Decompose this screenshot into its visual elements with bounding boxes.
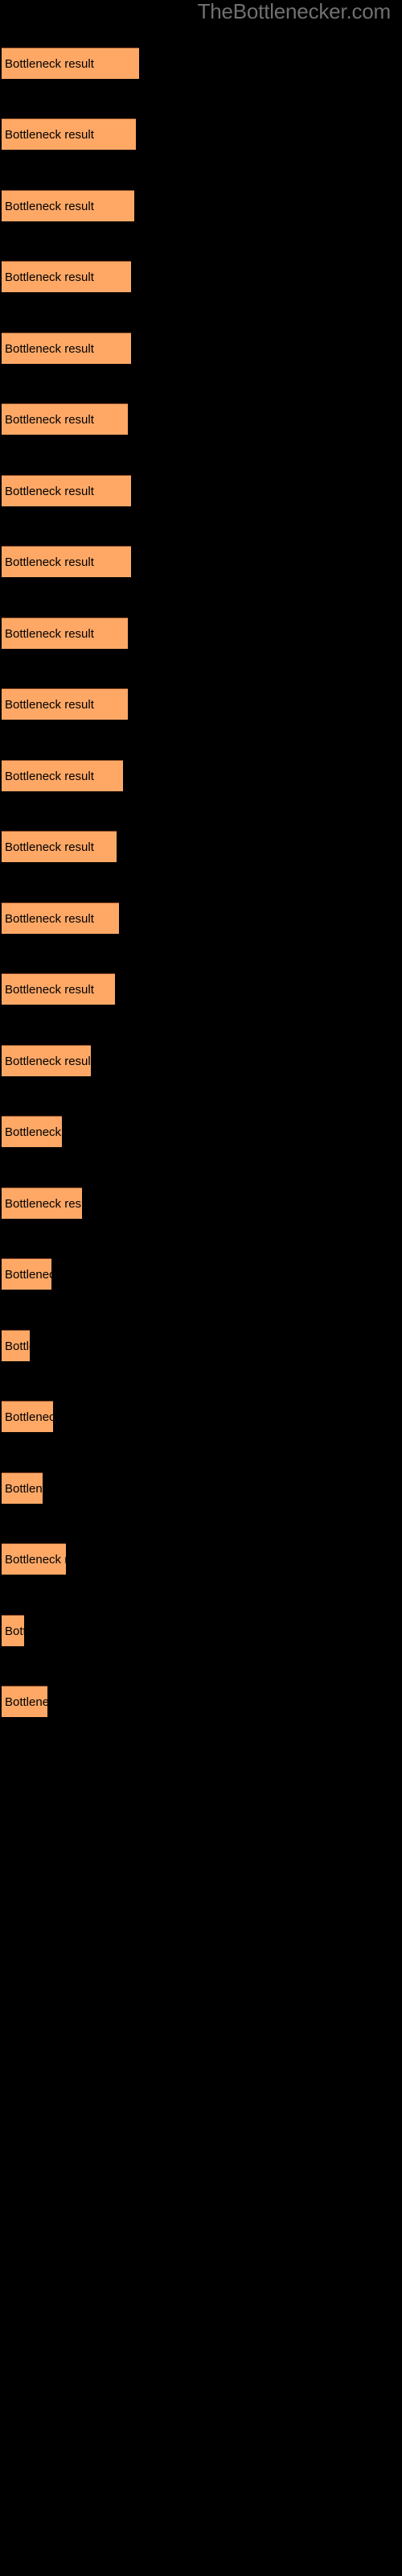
bar-label: Bottleneck result [5,485,94,498]
bar-label: Bottleneck result [5,57,94,71]
bar-label-clip: Bottleneck result [2,475,131,506]
bar-label: Bottleneck result [5,770,94,783]
bar-label: Bottleneck result [5,200,94,213]
bar-row: Bottleneck result [2,1187,82,1219]
bar-label-clip: Bottleneck result [2,47,139,79]
bar-label: Bottleneck result [5,1695,47,1709]
bar-label: Bottleneck result [5,1553,66,1567]
bar-label-clip: Bottleneck result [2,1187,82,1219]
bar-label-clip: Bottleneck result [2,973,115,1005]
bar-row: Bottleneck result [2,1686,47,1717]
bar-label-clip: Bottleneck result [2,1543,66,1575]
bar-row: Bottleneck result [2,261,131,292]
bar-row: Bottleneck result [2,475,131,506]
bar-label: Bottleneck result [5,1624,24,1638]
bar-label-clip: Bottleneck result [2,403,128,435]
bar-label-clip: Bottleneck result [2,617,128,649]
bar-label-clip: Bottleneck result [2,1116,62,1147]
bar-label-clip: Bottleneck result [2,1686,47,1717]
bar-row: Bottleneck result [2,973,115,1005]
bar-label-clip: Bottleneck result [2,1330,30,1361]
bar-label: Bottleneck result [5,983,94,997]
bar-row: Bottleneck result [2,831,117,862]
bar-row: Bottleneck result [2,1116,62,1147]
bar-label: Bottleneck result [5,1340,30,1353]
bar-label-clip: Bottleneck result [2,1615,24,1646]
bar-label: Bottleneck result [5,270,94,284]
bar-row: Bottleneck result [2,403,128,435]
bar-row: Bottleneck result [2,1045,91,1076]
bar-label-clip: Bottleneck result [2,190,134,221]
bar-label: Bottleneck result [5,1055,91,1068]
bar-label: Bottleneck result [5,698,94,712]
bar-label: Bottleneck result [5,1125,62,1139]
bar-row: Bottleneck result [2,1615,24,1646]
bar-label-clip: Bottleneck result [2,831,117,862]
bar-label: Bottleneck result [5,1197,82,1211]
bar-label: Bottleneck result [5,627,94,641]
bar-label-clip: Bottleneck result [2,688,128,720]
bar-label: Bottleneck result [5,128,94,142]
bar-row: Bottleneck result [2,118,136,150]
bar-row: Bottleneck result [2,617,128,649]
bar-label-clip: Bottleneck result [2,261,131,292]
bar-label-clip: Bottleneck result [2,1045,91,1076]
bar-row: Bottleneck result [2,1543,66,1575]
bar-row: Bottleneck result [2,1330,30,1361]
bar-label-clip: Bottleneck result [2,1258,51,1290]
bar-label-clip: Bottleneck result [2,902,119,934]
bar-label-clip: Bottleneck result [2,1401,53,1432]
bar-label: Bottleneck result [5,1410,53,1424]
bar-row: Bottleneck result [2,47,139,79]
bar-row: Bottleneck result [2,332,131,364]
bar-label: Bottleneck result [5,912,94,926]
bar-label-clip: Bottleneck result [2,546,131,577]
bar-row: Bottleneck result [2,760,123,791]
bar-label: Bottleneck result [5,1268,51,1282]
bar-label-clip: Bottleneck result [2,332,131,364]
bar-label-clip: Bottleneck result [2,1472,43,1504]
bar-label: Bottleneck result [5,555,94,569]
bottleneck-bar-chart: Bottleneck result Bottleneck result Bottle… [0,0,402,2576]
bar-label: Bottleneck result [5,840,94,854]
bar-row: Bottleneck result [2,1472,43,1504]
bar-label-clip: Bottleneck result [2,760,123,791]
bar-row: Bottleneck result [2,1258,51,1290]
bar-label: Bottleneck result [5,413,94,427]
bar-row: Bottleneck result [2,190,134,221]
bar-row: Bottleneck result [2,1401,53,1432]
bar-label: Bottleneck result [5,342,94,356]
bar-row: Bottleneck result [2,546,131,577]
bar-label: Bottleneck result [5,1482,43,1496]
bar-label-clip: Bottleneck result [2,118,136,150]
bar-row: Bottleneck result [2,902,119,934]
bar-row: Bottleneck result [2,688,128,720]
